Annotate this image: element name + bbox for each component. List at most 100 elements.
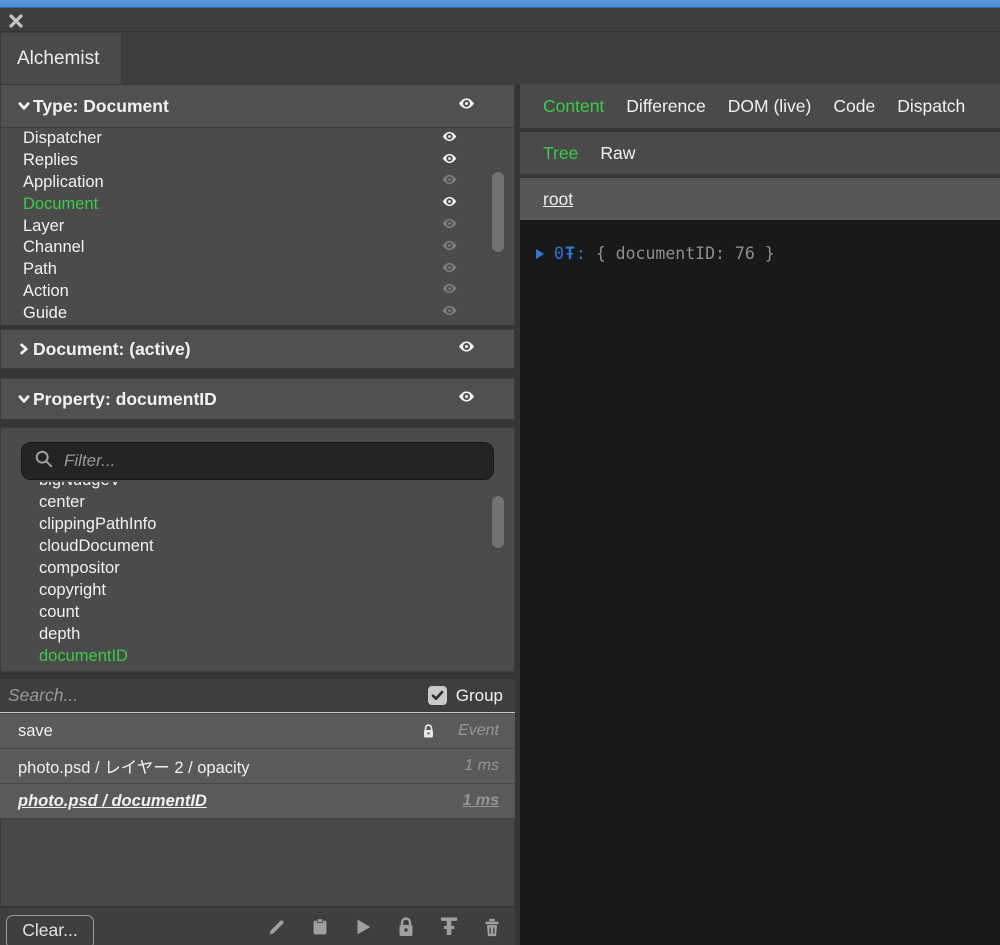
event-row-meta: 1 ms — [464, 757, 499, 775]
tab-code[interactable]: Code — [822, 96, 886, 117]
type-item-layer[interactable]: Layer — [1, 215, 514, 237]
section-title-document: Document: (active) — [33, 339, 191, 360]
type-item-action[interactable]: Action — [1, 281, 514, 303]
filter-input[interactable]: Filter... — [21, 442, 494, 480]
filter-placeholder: Filter... — [64, 451, 115, 471]
property-item[interactable]: center — [1, 491, 514, 513]
bottom-toolbar: Clear... Ŧ — [0, 908, 515, 945]
section-header-document[interactable]: Document: (active) — [0, 329, 515, 369]
property-item-label: documentID — [39, 647, 128, 666]
eye-icon[interactable] — [441, 150, 458, 172]
event-row-label: photo.psd / documentID — [18, 792, 463, 811]
search-icon — [34, 449, 54, 474]
eye-off-icon[interactable] — [441, 237, 458, 259]
app-header: Alchemist — [0, 8, 1000, 84]
property-item[interactable]: compositor — [1, 557, 514, 579]
eye-off-icon[interactable] — [441, 280, 458, 302]
subtab-tree[interactable]: Tree — [532, 143, 589, 164]
property-item[interactable]: count — [1, 601, 514, 623]
edit-icon[interactable] — [265, 915, 289, 939]
search-row: Search... Group — [0, 679, 515, 713]
tab-alchemist[interactable]: Alchemist — [0, 32, 122, 84]
tab-dispatch[interactable]: Dispatch — [886, 96, 976, 117]
property-item[interactable]: fileInfo — [1, 667, 514, 672]
event-list-empty-area — [0, 818, 515, 907]
property-item-label: fileInfo — [39, 669, 88, 673]
event-row-save[interactable]: save Event — [0, 713, 515, 748]
breadcrumb-root-link[interactable]: root — [543, 189, 573, 210]
event-row-documentid[interactable]: photo.psd / documentID 1 ms — [0, 783, 515, 818]
property-list: bigNudgeV center clippingPathInfo cloudD… — [1, 482, 514, 672]
eye-off-icon[interactable] — [441, 259, 458, 281]
trash-icon[interactable] — [480, 915, 504, 939]
type-item-path[interactable]: Path — [1, 259, 514, 281]
type-item-channel[interactable]: Channel — [1, 237, 514, 259]
tree-node-colon: : — [576, 244, 586, 263]
type-list-scrollbar[interactable] — [492, 172, 504, 252]
right-tabs: Content Difference DOM (live) Code Dispa… — [520, 84, 1000, 130]
property-item[interactable]: copyright — [1, 579, 514, 601]
type-item-label: Dispatcher — [23, 129, 102, 148]
property-item-label: cloudDocument — [39, 537, 154, 556]
property-item-selected[interactable]: documentID — [1, 645, 514, 667]
type-item-dispatcher[interactable]: Dispatcher — [1, 128, 514, 150]
property-item[interactable]: depth — [1, 623, 514, 645]
close-icon[interactable] — [8, 13, 24, 29]
group-checkbox[interactable] — [428, 686, 447, 705]
eye-icon[interactable] — [457, 94, 476, 118]
section-title-property: Property: documentID — [33, 389, 217, 410]
chevron-down-icon[interactable] — [17, 392, 31, 406]
property-item-label: compositor — [39, 559, 120, 578]
property-item-label: depth — [39, 625, 80, 644]
chevron-right-icon[interactable] — [17, 342, 31, 356]
tab-content[interactable]: Content — [532, 96, 615, 117]
eye-off-icon[interactable] — [441, 215, 458, 237]
pin-icon[interactable]: Ŧ — [437, 915, 461, 939]
property-item-label: center — [39, 493, 85, 512]
section-header-type[interactable]: Type: Document — [0, 84, 515, 128]
play-icon[interactable] — [351, 915, 375, 939]
expand-arrow-icon[interactable] — [534, 247, 546, 261]
type-item-label: Application — [23, 173, 104, 192]
eye-off-icon[interactable] — [441, 302, 458, 324]
eye-icon[interactable] — [441, 193, 458, 215]
chevron-down-icon[interactable] — [17, 99, 31, 113]
tab-difference[interactable]: Difference — [615, 96, 716, 117]
eye-icon[interactable] — [457, 337, 476, 361]
type-item-label: Action — [23, 282, 69, 301]
type-item-replies[interactable]: Replies — [1, 150, 514, 172]
property-item-label: bigNudgeV — [39, 482, 121, 490]
header-divider — [0, 31, 1000, 32]
tree-node-key[interactable]: 0 — [554, 244, 564, 263]
tree-node: 0 Ŧ : { documentID: 76 } — [520, 220, 1000, 263]
pin-icon[interactable]: Ŧ — [565, 244, 575, 263]
event-row-label: photo.psd / レイヤー 2 / opacity — [18, 754, 464, 778]
group-label: Group — [456, 686, 503, 706]
lock-icon[interactable] — [394, 915, 418, 939]
type-item-guide[interactable]: Guide — [1, 302, 514, 324]
property-item[interactable]: bigNudgeV — [1, 482, 514, 491]
property-item[interactable]: cloudDocument — [1, 535, 514, 557]
event-row-label: save — [18, 722, 421, 741]
right-panel: Content Difference DOM (live) Code Dispa… — [520, 84, 1000, 945]
type-item-application[interactable]: Application — [1, 172, 514, 194]
subtab-raw[interactable]: Raw — [589, 143, 646, 164]
clipboard-icon[interactable] — [308, 915, 332, 939]
content-tree-view: 0 Ŧ : { documentID: 76 } — [520, 220, 1000, 945]
listener-panel: Search... Group save Event photo.psd / レ… — [0, 679, 515, 907]
property-item-label: clippingPathInfo — [39, 515, 156, 534]
eye-icon[interactable] — [457, 387, 476, 411]
eye-icon[interactable] — [441, 128, 458, 150]
event-row-meta: Event — [458, 722, 499, 740]
property-list-scrollbar[interactable] — [492, 496, 504, 548]
search-input[interactable]: Search... — [8, 685, 428, 706]
event-row-opacity[interactable]: photo.psd / レイヤー 2 / opacity 1 ms — [0, 748, 515, 783]
window-titlebar — [0, 0, 1000, 8]
type-list: Dispatcher Replies Application Document … — [0, 128, 515, 325]
type-item-document[interactable]: Document — [1, 193, 514, 215]
tab-dom-live[interactable]: DOM (live) — [717, 96, 823, 117]
eye-off-icon[interactable] — [441, 171, 458, 193]
property-item[interactable]: clippingPathInfo — [1, 513, 514, 535]
clear-button[interactable]: Clear... — [6, 915, 94, 945]
section-header-property[interactable]: Property: documentID — [0, 378, 515, 420]
